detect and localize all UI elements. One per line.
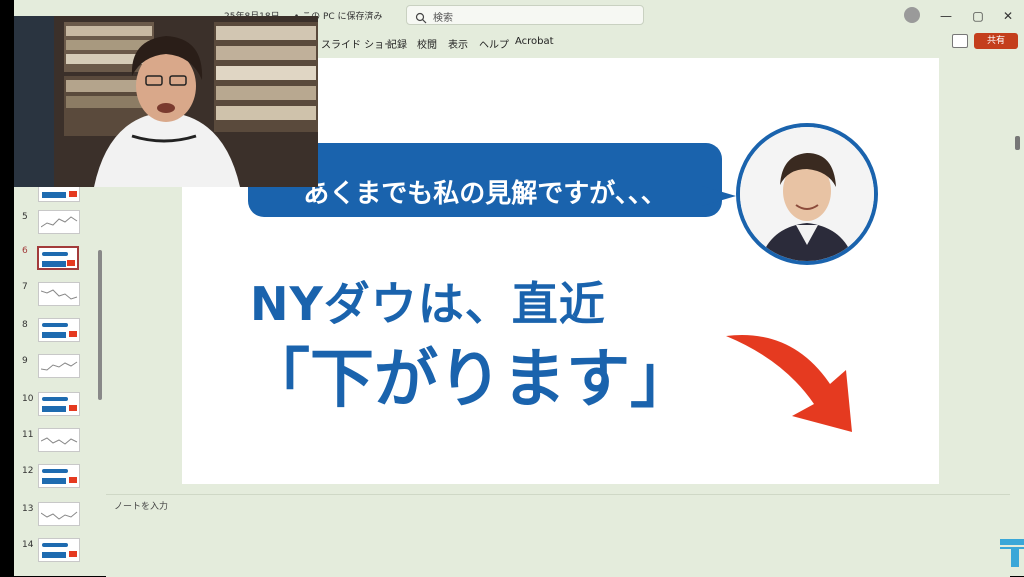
menu-record[interactable]: 記録 (387, 36, 407, 51)
menu-review[interactable]: 校閲 (417, 36, 437, 51)
speech-bubble-tail (702, 186, 736, 206)
user-icon[interactable] (904, 7, 920, 23)
scrollbar-thumb[interactable] (1015, 136, 1020, 150)
minimize-button[interactable]: — (936, 6, 956, 26)
slide-number: 5 (22, 212, 28, 222)
menu-acrobat[interactable]: Acrobat (515, 36, 554, 47)
headline-emphasis: 「下がります」 (246, 343, 694, 417)
share-button[interactable]: 共有 (974, 33, 1018, 49)
slide-thumbnail[interactable] (38, 354, 80, 378)
slide-thumbnail[interactable] (38, 318, 80, 342)
slide-number: 14 (22, 540, 34, 550)
bubble-text: あくまでも私の見解ですが、、、 (303, 179, 667, 209)
slide-number: 8 (22, 320, 28, 330)
search-placeholder: 検索 (433, 13, 453, 24)
presenter-portrait (736, 123, 878, 265)
speech-bubble: あくまでも私の見解ですが、、、 (248, 143, 722, 217)
slide-number: 9 (22, 356, 28, 366)
search-box[interactable]: 検索 (406, 5, 644, 25)
logo-t-icon (1000, 539, 1024, 567)
menu-help[interactable]: ヘルプ (479, 36, 509, 51)
slide-number: 6 (22, 246, 28, 256)
slide-thumbnail-selected[interactable] (37, 246, 79, 270)
maximize-button[interactable]: ▢ (968, 6, 988, 26)
slide-number: 13 (22, 504, 34, 514)
slide-number: 12 (22, 466, 34, 476)
slide-thumbnail[interactable] (38, 538, 80, 562)
notes-pane[interactable]: ノートを入力 (106, 494, 1010, 577)
slide-thumbnail[interactable] (38, 282, 80, 306)
slide-scrollbar[interactable] (1012, 58, 1024, 478)
slide-thumbnail[interactable] (38, 502, 80, 526)
notes-placeholder: ノートを入力 (114, 502, 169, 512)
arrow-down-right-icon (726, 335, 852, 432)
menu-view[interactable]: 表示 (448, 36, 468, 51)
slide-thumbnail[interactable] (38, 392, 80, 416)
search-icon (415, 9, 427, 28)
slide-thumbnail[interactable] (38, 210, 80, 234)
slide-thumbnail[interactable] (38, 464, 80, 488)
thumbnail-scrollbar[interactable] (98, 250, 102, 400)
webcam-overlay (14, 16, 318, 187)
slide-number: 11 (22, 430, 34, 440)
headline-text: NYダウは、直近 (250, 277, 606, 331)
comment-icon[interactable] (952, 34, 968, 48)
slide-number: 7 (22, 282, 28, 292)
slide-thumbnail[interactable] (38, 428, 80, 452)
close-button[interactable]: ✕ (998, 6, 1018, 26)
menu-slideshow[interactable]: スライド ショー (321, 36, 394, 51)
slide-number: 10 (22, 394, 34, 404)
